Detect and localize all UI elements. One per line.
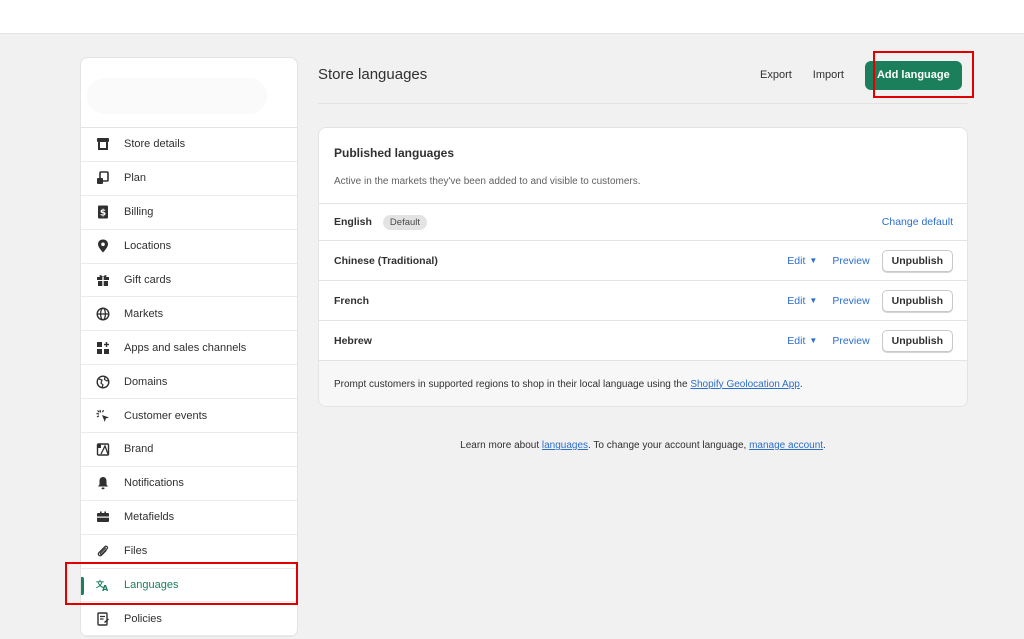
change-default-link[interactable]: Change default (882, 216, 953, 228)
footer-text: Prompt customers in supported regions to… (334, 379, 803, 390)
preview-link[interactable]: Preview (832, 255, 869, 267)
preview-link[interactable]: Preview (832, 335, 869, 347)
active-indicator (81, 576, 84, 595)
edit-label: Edit (787, 254, 806, 267)
card-header: Published languages Active in the market… (319, 128, 967, 204)
cursor-click-icon (95, 408, 111, 424)
language-name: Chinese (Traditional) (334, 254, 438, 267)
sidebar-item-notifications[interactable]: Notifications (81, 467, 297, 501)
sidebar-item-store-details[interactable]: Store details (81, 128, 297, 162)
sidebar-item-label: Billing (124, 206, 154, 219)
paperclip-icon (95, 543, 111, 559)
sidebar-item-files[interactable]: Files (81, 535, 297, 569)
gift-icon (95, 272, 111, 288)
sidebar-item-label: Domains (124, 375, 168, 388)
learn-more-prefix: Learn more about (460, 440, 542, 451)
sidebar-item-label: Languages (124, 579, 179, 592)
language-row: Hebrew Edit ▼ Preview Unpublish (319, 321, 967, 361)
policy-icon (95, 611, 111, 627)
store-icon (95, 136, 111, 152)
title-divider (318, 103, 968, 104)
card-description: Active in the markets they've been added… (334, 176, 641, 187)
learn-more-text: Learn more about languages. To change yo… (318, 440, 968, 451)
manage-account-link[interactable]: manage account (749, 440, 823, 451)
location-pin-icon (95, 238, 111, 254)
bell-icon (95, 475, 111, 491)
learn-more-middle: . To change your account language, (588, 440, 750, 451)
edit-dropdown[interactable]: Edit ▼ (787, 295, 817, 307)
sidebar-item-brand[interactable]: Brand (81, 433, 297, 467)
sidebar-item-billing[interactable]: $ Billing (81, 196, 297, 230)
languages-help-link[interactable]: languages (542, 440, 588, 451)
sidebar-item-label: Brand (124, 443, 154, 456)
sidebar-item-markets[interactable]: Markets (81, 297, 297, 332)
unpublish-button[interactable]: Unpublish (881, 329, 953, 352)
settings-sidebar: Store details Plan $ Billing Locations G… (80, 57, 298, 637)
language-name: Hebrew (334, 334, 372, 347)
sidebar-item-label: Locations (124, 240, 172, 253)
default-badge: Default (382, 214, 428, 230)
globe-icon (95, 306, 111, 322)
svg-text:$: $ (100, 209, 106, 219)
geolocation-app-link[interactable]: Shopify Geolocation App (690, 379, 800, 390)
language-row: French Edit ▼ Preview Unpublish (319, 281, 967, 321)
sidebar-item-label: Metafields (124, 511, 175, 524)
sidebar-item-policies[interactable]: Policies (81, 602, 297, 636)
published-languages-card: Published languages Active in the market… (318, 127, 968, 407)
preview-link[interactable]: Preview (832, 295, 869, 307)
sidebar-item-languages[interactable]: 文A Languages (81, 569, 297, 603)
language-row: Chinese (Traditional) Edit ▼ Preview Unpu… (319, 241, 967, 281)
import-button[interactable]: Import (813, 69, 844, 81)
sidebar-item-label: Markets (124, 307, 164, 320)
edit-label: Edit (787, 334, 806, 347)
sidebar-item-label: Gift cards (124, 274, 172, 286)
language-name: French (334, 294, 370, 307)
learn-more-suffix: . (823, 440, 826, 451)
sidebar-item-label: Notifications (124, 477, 184, 490)
store-name (87, 78, 267, 114)
sidebar-item-label: Store details (124, 138, 186, 151)
sidebar-item-label: Apps and sales channels (124, 341, 247, 354)
metafields-icon (95, 509, 111, 525)
page-title: Store languages (318, 66, 428, 83)
plan-icon (95, 170, 111, 186)
brand-icon (95, 441, 111, 457)
apps-icon (95, 340, 111, 356)
top-bar (0, 0, 1024, 34)
sidebar-item-label: Customer events (124, 409, 208, 422)
edit-dropdown[interactable]: Edit ▼ (787, 255, 817, 267)
footer-prefix: Prompt customers in supported regions to… (334, 378, 691, 390)
edit-dropdown[interactable]: Edit ▼ (787, 335, 817, 347)
export-button[interactable]: Export (760, 69, 792, 81)
sidebar-item-apps-and-sales-channels[interactable]: Apps and sales channels (81, 331, 297, 366)
language-row-default: English Default Change default (319, 204, 967, 241)
edit-label: Edit (787, 294, 806, 307)
billing-icon: $ (95, 204, 111, 220)
sidebar-item-label: Plan (124, 172, 147, 185)
svg-text:A: A (102, 584, 109, 592)
footer-suffix: . (799, 378, 803, 390)
caret-down-icon: ▼ (809, 256, 818, 265)
add-language-button[interactable]: Add language (864, 60, 962, 90)
card-title: Published languages (334, 146, 455, 160)
sidebar-item-metafields[interactable]: Metafields (81, 501, 297, 535)
header-actions: Export Import Add language (760, 60, 962, 90)
language-name: English (334, 216, 372, 228)
card-footer: Prompt customers in supported regions to… (319, 361, 967, 406)
sidebar-item-domains[interactable]: Domains (81, 365, 297, 400)
caret-down-icon: ▼ (809, 296, 818, 305)
sidebar-item-label: Policies (124, 612, 162, 625)
domain-globe-icon (95, 374, 111, 390)
sidebar-item-locations[interactable]: Locations (81, 230, 297, 264)
sidebar-item-plan[interactable]: Plan (81, 162, 297, 196)
sidebar-item-label: Files (124, 545, 148, 558)
sidebar-item-customer-events[interactable]: Customer events (81, 399, 297, 434)
translate-icon: 文A (95, 577, 111, 593)
unpublish-button[interactable]: Unpublish (881, 289, 953, 312)
unpublish-button[interactable]: Unpublish (881, 249, 953, 272)
caret-down-icon: ▼ (809, 336, 818, 345)
sidebar-store-header (81, 58, 297, 128)
sidebar-item-gift-cards[interactable]: Gift cards (81, 264, 297, 298)
